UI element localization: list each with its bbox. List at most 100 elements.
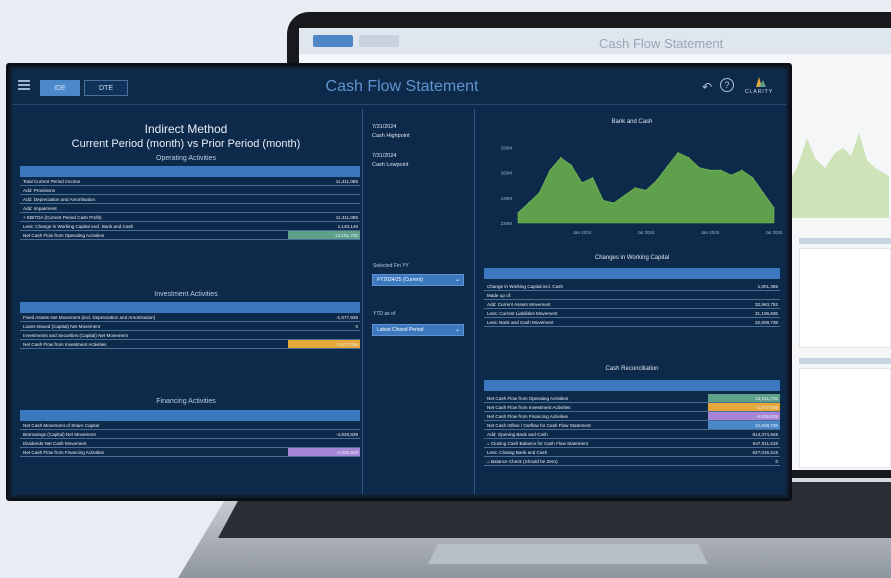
laptop-screen-title: Cash Flow Statement	[599, 36, 724, 51]
row-value: -4,828,838	[336, 432, 358, 437]
laptop-tab	[359, 35, 399, 47]
y-tick-label: 220M	[501, 221, 513, 226]
date-highpoint: 7/31/2024	[372, 124, 397, 130]
data-point	[624, 194, 626, 196]
data-point	[741, 169, 743, 171]
y-tick-label: 280M	[501, 146, 513, 151]
ytd-dropdown[interactable]: Latest Closed Period ⌄	[372, 324, 464, 336]
ytd-label: YTD as of	[373, 311, 396, 317]
row-label: Investments and Securities (Capital) Net…	[23, 333, 128, 338]
row-value: -4,828,838	[336, 450, 358, 455]
x-tick-label: Jan 2024	[573, 230, 592, 235]
tab-ide[interactable]: IDE	[40, 80, 80, 96]
table-row: = Balance Check (Should be Zero) 0	[484, 457, 780, 466]
row-label: Loans Issued (Capital) Net Movement	[23, 324, 101, 329]
row-label: = Balance Check (Should be Zero)	[487, 459, 558, 464]
row-label: Net Cash Flow from Financing Activities	[487, 414, 568, 419]
table-row: Net Cash Flow from Operating Activities 1…	[20, 231, 360, 240]
laptop-card	[799, 248, 891, 348]
row-value: 1,140,146	[337, 224, 358, 229]
top-bar: IDE DTE Cash Flow Statement ↶ ? CLARITY	[12, 69, 786, 105]
date-lowpoint: 7/31/2024	[372, 153, 397, 159]
data-point	[698, 167, 700, 169]
chevron-down-icon: ⌄	[454, 277, 460, 283]
row-value: 11,411,085	[335, 179, 358, 184]
table-row: Investments and Securities (Capital) Net…	[20, 331, 360, 340]
data-point	[773, 207, 775, 209]
table-row: Add: Opening Bank and Cash 614,374,948	[484, 430, 780, 439]
x-tick-label: Jul 2024	[637, 230, 655, 235]
table-row: Net Cash Inflow / Outflow for Cash Flow …	[484, 421, 780, 430]
row-label: Net Cash Flow from Financing Activities	[23, 450, 104, 455]
divider	[362, 109, 363, 494]
row-value: 13,151,725	[335, 233, 358, 238]
cash-reconciliation-title: Cash Reconciliation	[605, 366, 659, 372]
help-icon[interactable]: ?	[720, 78, 734, 92]
row-label: Net Cash Flow from Operating Activities	[487, 396, 569, 401]
table-row: Less: Closing Bank and Cash 627,016,519	[484, 448, 780, 457]
y-tick-label: 260M	[501, 171, 513, 176]
row-label: Net Cash Flow from Investment Activities	[23, 342, 107, 347]
x-tick-label: Jan 2025	[701, 230, 720, 235]
table-row: Dividends Net Cash Movement	[20, 439, 360, 448]
table-row: Add: Depreciation and Amortisation	[20, 195, 360, 204]
financing-title: Financing Activities	[156, 398, 216, 405]
row-value: -1,677,936	[336, 315, 358, 320]
row-label: Less: Current Liabilities Movement	[487, 311, 558, 316]
row-value: 13,151,725	[755, 396, 778, 401]
row-value: -1,677,936	[336, 342, 358, 347]
data-point	[656, 179, 658, 181]
back-icon[interactable]: ↶	[702, 80, 712, 94]
table-row: Made up of:	[484, 291, 780, 300]
table-row: Less: Bank and Cash Movement 32,609,738	[484, 318, 780, 327]
laptop-area-chart	[785, 133, 889, 218]
menu-icon[interactable]	[18, 80, 30, 90]
laptop-bar	[799, 358, 891, 364]
tab-dte[interactable]: DTE	[84, 80, 128, 96]
clarity-logo: CLARITY	[736, 75, 782, 101]
row-label: Borrowings (Capital) Net Movement	[23, 432, 96, 437]
row-label: Add: Provisions	[23, 188, 55, 193]
operating-title: Operating Activities	[156, 155, 216, 162]
data-point	[517, 212, 519, 214]
table-row: Change in Working Capital incl. Cash 1,80…	[484, 282, 780, 291]
row-value: 0	[775, 459, 778, 464]
row-value: 627,016,519	[752, 450, 778, 455]
row-label: Made up of:	[487, 293, 512, 298]
row-label: Add: Opening Bank and Cash	[487, 432, 548, 437]
page-title: Cash Flow Statement	[325, 78, 479, 95]
data-point	[730, 174, 732, 176]
row-label: Net Cash Inflow / Outflow for Cash Flow …	[487, 423, 591, 428]
date-highpoint-label: Cash Highpoint	[372, 133, 410, 139]
laptop-tab	[313, 35, 353, 47]
table-row: Net Cash Flow from Financing Activities -…	[484, 412, 780, 421]
row-label: Less: Closing Bank and Cash	[487, 450, 548, 455]
row-label: Less: Change in Working Capital excl. Ba…	[23, 224, 134, 229]
data-point	[581, 182, 583, 184]
laptop-card	[799, 368, 891, 468]
operating-header-bar	[20, 166, 360, 177]
data-point	[528, 202, 530, 204]
table-row: Total Current Period Income 11,411,085	[20, 177, 360, 186]
row-value: 32,963,752	[755, 302, 778, 307]
data-point	[602, 199, 604, 201]
table-row: Net Cash Flow from Investment Activities…	[20, 340, 360, 349]
data-point	[645, 189, 647, 191]
divider	[474, 109, 475, 494]
row-label: Dividends Net Cash Movement	[23, 441, 87, 446]
chevron-down-icon: ⌄	[454, 327, 460, 333]
table-row: Add: Provisions	[20, 186, 360, 195]
table-row: Less: Current Liabilities Movement 31,106…	[484, 309, 780, 318]
table-row: Add: Current Assets Movement 32,963,752	[484, 300, 780, 309]
investment-header-bar	[20, 302, 360, 313]
row-value: -4,828,838	[756, 414, 778, 419]
row-label: Net Cash Flow from Investment Activities	[487, 405, 571, 410]
row-value: 11,411,085	[335, 215, 358, 220]
row-label: Add: Impairment	[23, 206, 57, 211]
data-point	[752, 177, 754, 179]
table-row: Net Cash Movement of Share Capital	[20, 421, 360, 430]
fin-year-dropdown[interactable]: FY2024/25 (Current) ⌄	[372, 274, 464, 286]
data-point	[549, 169, 551, 171]
row-value: 32,609,738	[755, 320, 778, 325]
cash-flow-app: IDE DTE Cash Flow Statement ↶ ? CLARITY …	[12, 69, 786, 495]
